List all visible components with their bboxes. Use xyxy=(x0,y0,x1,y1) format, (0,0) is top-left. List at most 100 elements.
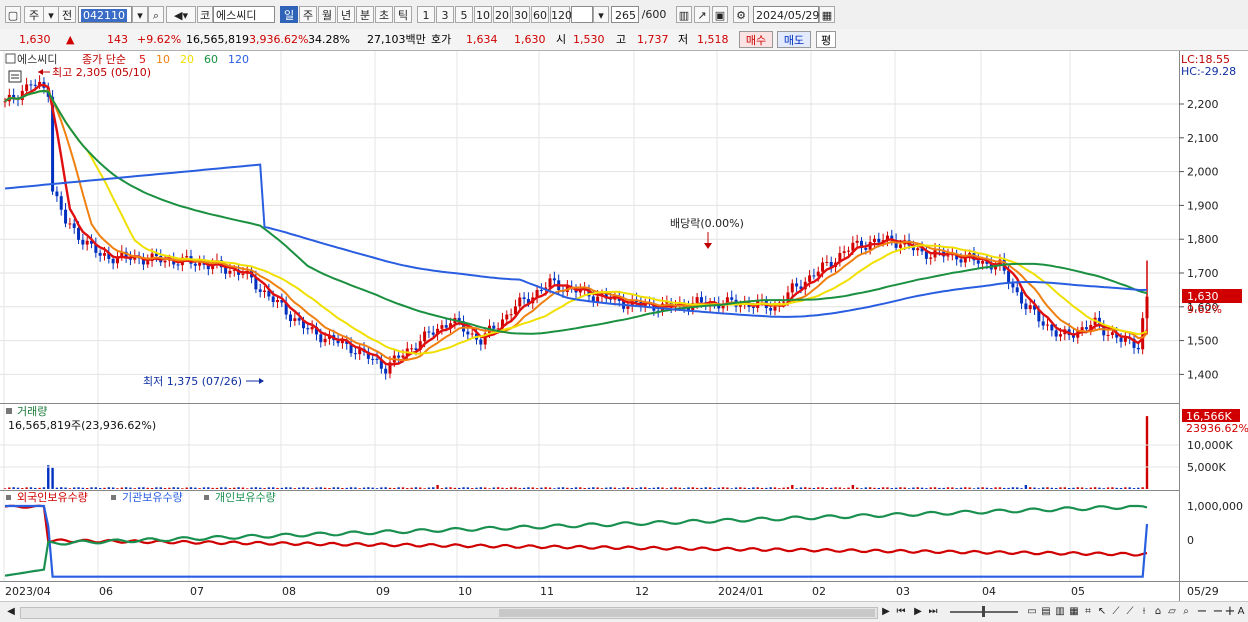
sell-button[interactable]: 매도 xyxy=(777,31,811,48)
zoom-in-icon[interactable]: + xyxy=(1224,605,1236,619)
stock-chart[interactable]: 에스씨디 종가 단순 5 10 20 60 120 최고 2,305 (05/10) 최… xyxy=(0,51,1248,601)
zoom-out-icon[interactable]: − xyxy=(1196,605,1208,619)
volume-bar xyxy=(743,487,746,489)
period-select[interactable]: 전 xyxy=(58,6,76,23)
volume-bar xyxy=(103,487,106,489)
volume-bar xyxy=(1141,487,1144,489)
market-dropdown-icon[interactable]: ▾ xyxy=(43,6,59,23)
open-label: 시 xyxy=(556,33,567,46)
tool-icon-11[interactable]: ▱ xyxy=(1166,605,1178,619)
timeframe-2[interactable]: 월 xyxy=(318,6,336,23)
interval-3[interactable]: 3 xyxy=(436,6,454,23)
scrollbar-thumb[interactable] xyxy=(499,609,875,617)
code-dropdown-icon[interactable]: ▾ xyxy=(132,6,148,23)
volume-bar xyxy=(955,488,958,489)
candle-body xyxy=(976,260,980,264)
zoom-reset-icon[interactable]: − xyxy=(1212,605,1224,619)
horizontal-scrollbar[interactable] xyxy=(20,607,878,619)
volume-panel-icon[interactable] xyxy=(6,408,12,414)
interval-dropdown-icon[interactable]: ▾ xyxy=(593,6,609,23)
timeframe-1[interactable]: 주 xyxy=(299,6,317,23)
volume-bar xyxy=(752,487,755,489)
last-price-tag-text: 1,630 xyxy=(1187,290,1219,303)
market-select[interactable]: 주 xyxy=(24,6,44,23)
holdings-legend-1: 기관보유수량 xyxy=(122,491,183,504)
timeframe-3[interactable]: 년 xyxy=(337,6,355,23)
interval-10[interactable]: 10 xyxy=(474,6,492,23)
buy-button[interactable]: 매수 xyxy=(739,31,773,48)
x-tick-label: 12 xyxy=(635,585,649,598)
volume-bar xyxy=(107,487,111,489)
timeframe-0[interactable]: 일 xyxy=(280,6,298,23)
scroll-right-icon[interactable]: ▶ xyxy=(880,605,892,619)
tool-icon-5[interactable]: ⌗ xyxy=(1082,605,1094,619)
tool-icon-9[interactable]: ⟊ xyxy=(1138,605,1150,619)
price-tick-label: 1,500 xyxy=(1187,335,1219,348)
x-tick-label: 09 xyxy=(376,585,390,598)
volume-bar xyxy=(942,487,945,489)
volume-bar xyxy=(401,487,405,489)
timeframe-5[interactable]: 초 xyxy=(375,6,393,23)
save-icon[interactable]: ▣ xyxy=(712,6,728,23)
ma-legend-20: 20 xyxy=(180,53,194,66)
calendar-icon[interactable]: ▦ xyxy=(819,6,835,23)
tool-icon-3[interactable]: ▥ xyxy=(1054,605,1066,619)
interval-30[interactable]: 30 xyxy=(512,6,530,23)
grid-toggle-icon[interactable] xyxy=(8,70,22,83)
zoom-slider-thumb[interactable] xyxy=(982,606,985,617)
candle-body xyxy=(769,308,773,311)
interval-20[interactable]: 20 xyxy=(493,6,511,23)
volume-bar xyxy=(1041,487,1045,489)
tool-icon-7[interactable]: ⟋ xyxy=(1110,605,1122,619)
stock-code-input[interactable]: 042110 xyxy=(78,6,132,23)
candle-body xyxy=(146,261,150,265)
interval-input[interactable] xyxy=(571,6,593,23)
search-icon[interactable]: ⌕ xyxy=(148,6,164,23)
draw-tool-icon[interactable]: ↗ xyxy=(694,6,710,23)
volume-bar xyxy=(488,488,491,489)
interval-120[interactable]: 120 xyxy=(550,6,572,23)
auto-scale-icon[interactable]: A xyxy=(1236,605,1246,619)
volume-bar xyxy=(1063,487,1067,489)
tool-icon-8[interactable]: ⟋ xyxy=(1124,605,1136,619)
volume-bar xyxy=(557,487,560,489)
average-button[interactable]: 평 xyxy=(816,31,836,48)
timeframe-4[interactable]: 분 xyxy=(356,6,374,23)
interval-1[interactable]: 1 xyxy=(417,6,435,23)
volume-bar xyxy=(406,488,409,489)
volume-bar xyxy=(440,488,444,489)
tool-icon-10[interactable]: ⌂ xyxy=(1152,605,1164,619)
tool-icon-4[interactable]: ▦ xyxy=(1068,605,1080,619)
first-page-icon[interactable]: ⏮ xyxy=(894,605,908,619)
candle-body xyxy=(479,339,483,345)
bar-count-input[interactable]: 265 xyxy=(611,6,639,23)
volume-bar xyxy=(531,487,534,489)
volume-bar xyxy=(778,488,781,489)
tool-icon-1[interactable]: ▭ xyxy=(1026,605,1038,619)
tool-icon-6[interactable]: ↖ xyxy=(1096,605,1108,619)
volume-bar xyxy=(427,487,431,489)
sound-icon[interactable]: ◀▾ xyxy=(166,6,196,23)
candle-icon[interactable]: ▥ xyxy=(676,6,692,23)
candle-body xyxy=(548,278,552,288)
last-page-icon[interactable]: ⏭ xyxy=(926,605,940,619)
candle-body xyxy=(1041,321,1045,326)
stock-name-field[interactable]: 에스씨디 xyxy=(213,6,275,23)
candle-body xyxy=(795,283,799,287)
magnify-icon[interactable]: ⌕ xyxy=(1180,605,1192,619)
tool-icon-2[interactable]: ▤ xyxy=(1040,605,1052,619)
volume-bar xyxy=(631,487,634,489)
candle-body xyxy=(864,247,868,250)
timeframe-6[interactable]: 틱 xyxy=(394,6,412,23)
candle-body xyxy=(293,318,297,322)
interval-60[interactable]: 60 xyxy=(531,6,549,23)
x-tick-label: 05/29 xyxy=(1187,585,1219,598)
play-icon[interactable]: ▶ xyxy=(912,605,924,619)
window-icon[interactable]: ▢ xyxy=(5,6,21,23)
settings-gear-icon[interactable]: ⚙ xyxy=(733,6,749,23)
date-input[interactable]: 2024/05/29 xyxy=(753,6,819,23)
scroll-left-icon[interactable]: ◀ xyxy=(6,605,16,619)
interval-5[interactable]: 5 xyxy=(455,6,473,23)
volume-bar xyxy=(375,488,379,489)
candle-body xyxy=(289,314,292,322)
